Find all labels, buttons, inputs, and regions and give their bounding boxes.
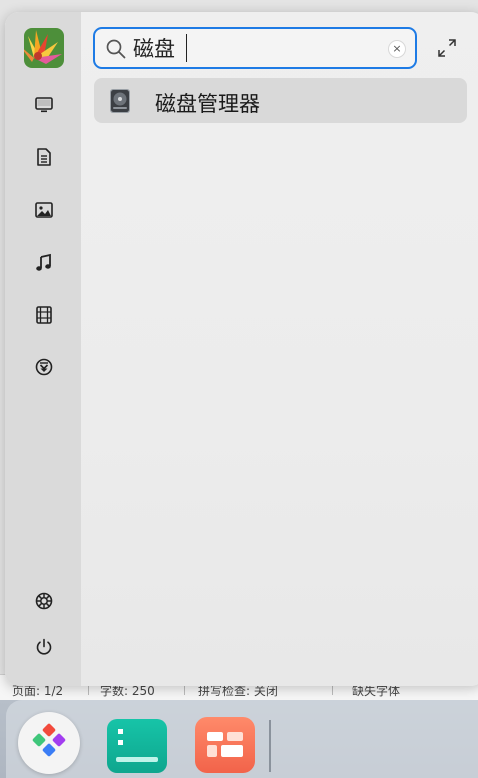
sidebar-item-power[interactable] bbox=[31, 634, 57, 660]
download-icon bbox=[35, 358, 53, 376]
film-icon bbox=[36, 306, 52, 324]
sidebar-item-pictures[interactable] bbox=[31, 197, 57, 223]
start-menu-button[interactable] bbox=[18, 712, 80, 774]
dock-app-2[interactable] bbox=[195, 717, 255, 773]
search-input[interactable] bbox=[133, 34, 383, 62]
app-launcher-window: × 磁盘管理器 bbox=[5, 12, 478, 686]
monitor-icon bbox=[35, 97, 53, 113]
sidebar-item-videos[interactable] bbox=[31, 302, 57, 328]
dock-divider bbox=[269, 720, 271, 772]
sidebar-item-computer[interactable] bbox=[31, 92, 57, 118]
sidebar-item-documents[interactable] bbox=[31, 144, 57, 170]
sidebar-item-settings[interactable] bbox=[31, 588, 57, 614]
user-avatar[interactable] bbox=[24, 28, 64, 68]
fullscreen-expand-icon[interactable] bbox=[436, 37, 458, 59]
sidebar-item-music[interactable] bbox=[31, 250, 57, 276]
settings-gear-icon bbox=[35, 592, 53, 610]
music-note-icon bbox=[36, 253, 51, 271]
search-field[interactable]: × bbox=[93, 27, 417, 69]
orange-app-icon bbox=[207, 732, 243, 757]
power-icon bbox=[36, 638, 52, 655]
search-icon bbox=[106, 39, 126, 59]
result-label: 磁盘管理器 bbox=[155, 92, 260, 116]
sidebar-item-downloads[interactable] bbox=[31, 354, 57, 380]
dock-app-1[interactable] bbox=[107, 719, 167, 773]
teal-app-icon bbox=[116, 729, 158, 762]
flower-avatar-icon bbox=[24, 28, 64, 68]
text-caret bbox=[186, 34, 187, 62]
clear-search-button[interactable]: × bbox=[388, 40, 406, 58]
launcher-icon bbox=[32, 723, 66, 757]
search-result-item[interactable]: 磁盘管理器 bbox=[94, 78, 467, 123]
launcher-sidebar bbox=[5, 12, 81, 686]
taskbar-dock bbox=[0, 700, 478, 778]
disk-manager-icon bbox=[110, 89, 130, 113]
document-icon bbox=[37, 148, 51, 166]
image-icon bbox=[35, 202, 53, 218]
